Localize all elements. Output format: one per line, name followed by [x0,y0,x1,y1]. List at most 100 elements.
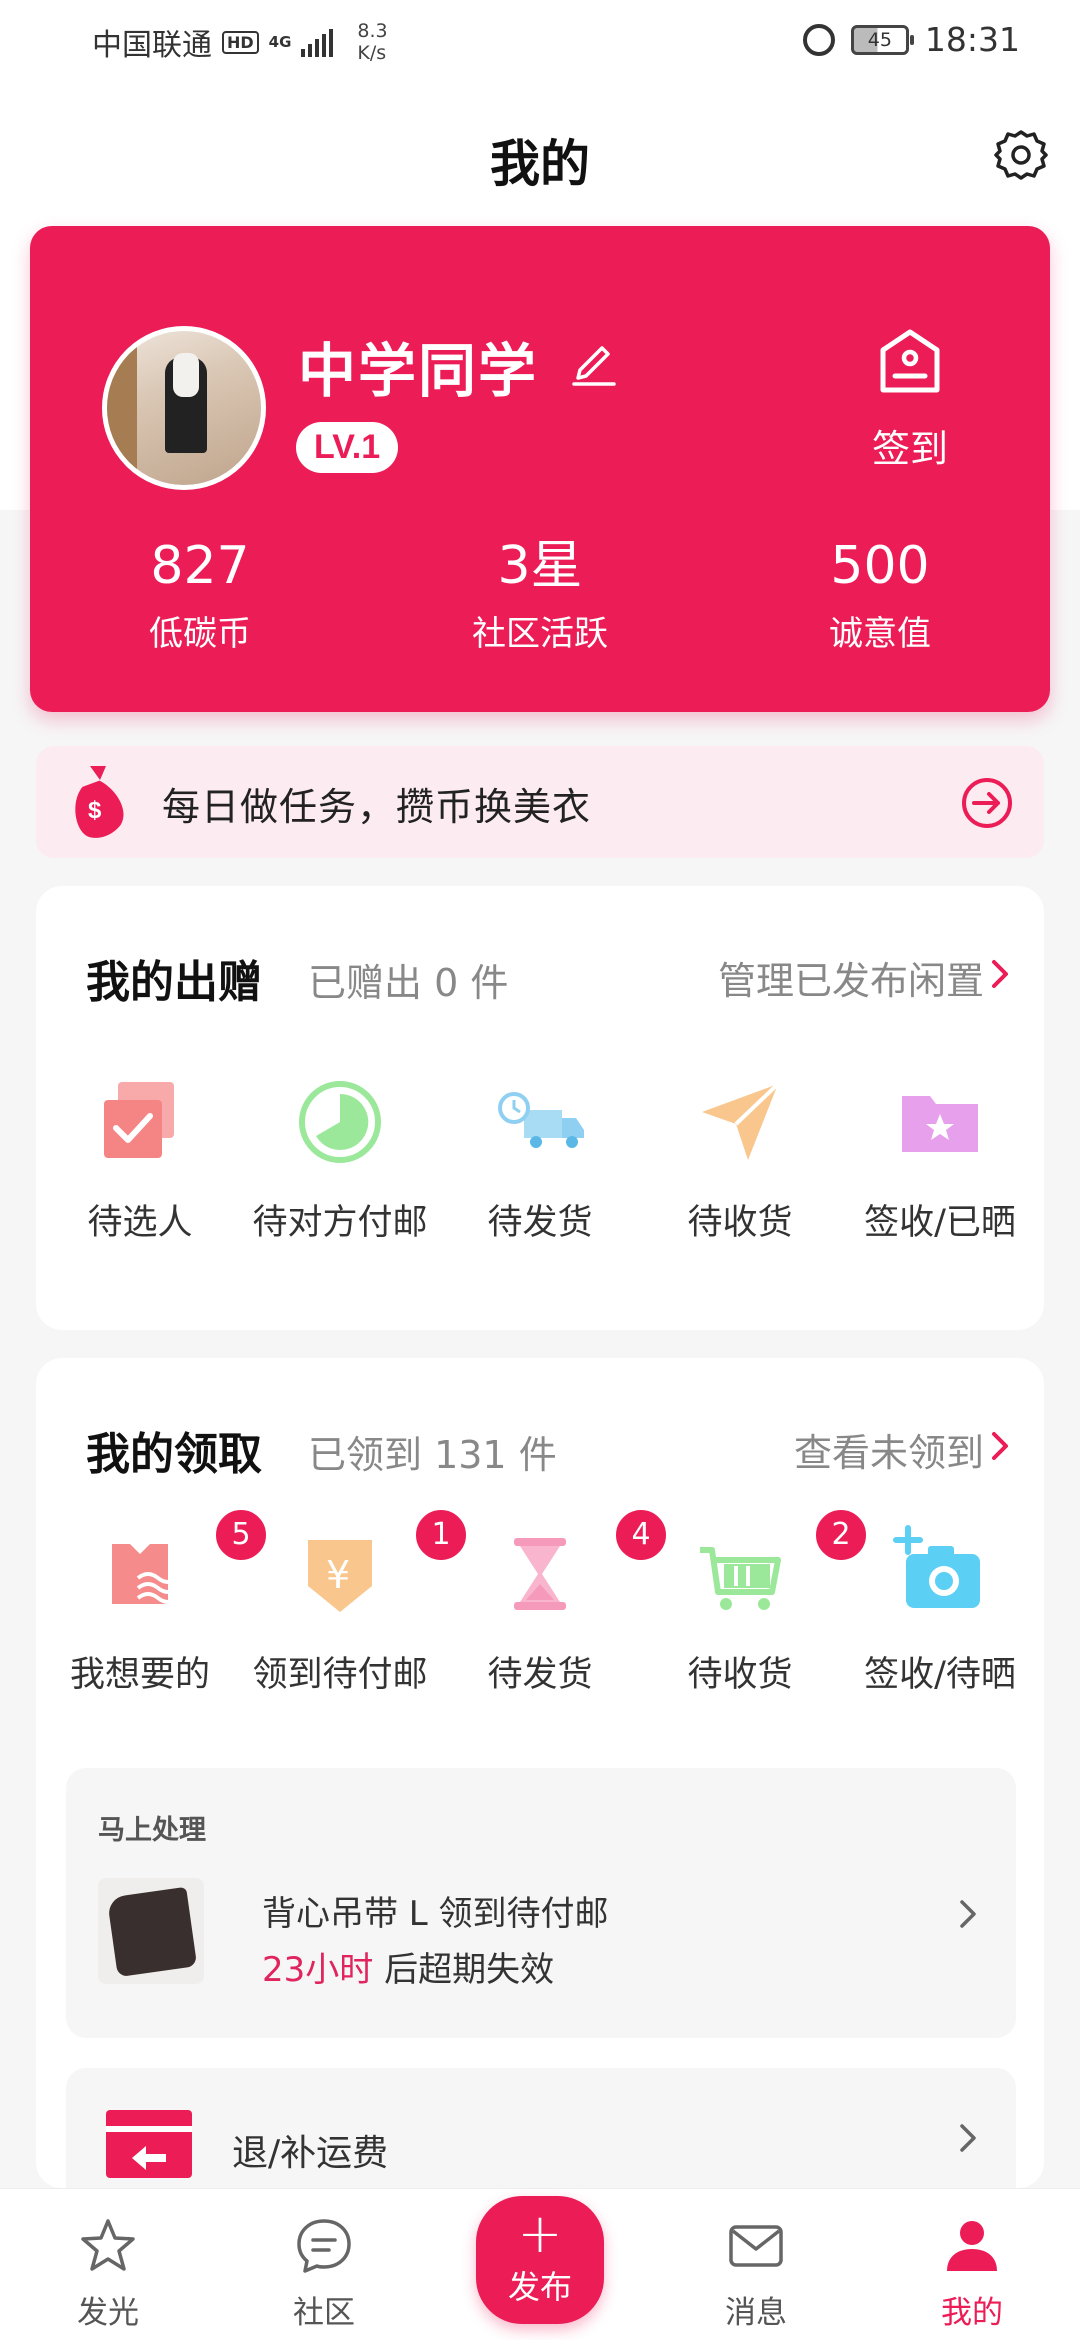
status-left: 中国联通 HD 4G 8.3 K/s [92,20,388,64]
give-item-pending-select[interactable]: 待选人 [40,1072,240,1245]
nav-label: 消息 [725,2295,787,2331]
stat-coins[interactable]: 827 低碳币 [30,536,370,655]
section-title: 我的出赠 [86,957,262,1008]
plus-icon: + [517,2202,563,2265]
star-icon [81,2219,135,2271]
my-receive-section: 我的领取 已领到 131 件 查看未领到 5 我想要的 ¥ 1 领到待付邮 4 … [36,1358,1044,2198]
speed-value: 8.3 [357,20,388,42]
item-label: 领到待付邮 [252,1655,428,1695]
clock: 18:31 [924,20,1020,59]
money-bag-icon: $ [75,766,124,838]
item-name: 背心吊带 L 领到待付邮 [262,1894,609,1934]
checkin-button[interactable]: 签到 [850,326,970,473]
stat-value: 827 [150,536,250,596]
refund-box-icon [106,2110,192,2178]
paper-plane-icon [702,1082,780,1160]
svg-text:¥: ¥ [326,1553,350,1597]
task-text: 每日做任务，攒币换美衣 [162,785,592,829]
chevron-right-icon [992,960,1008,988]
nav-label: 我的 [941,2295,1003,2331]
clock-circle-icon [299,1081,381,1163]
checkin-tag-icon [880,329,940,393]
item-label: 待收货 [687,1203,793,1243]
nav-label: 社区 [293,2295,355,2331]
section-title: 我的领取 [86,1429,262,1480]
profile-stats: 827 低碳币 3星 社区活跃 500 诚意值 [30,536,1050,655]
hourglass-icon [514,1538,566,1610]
receive-status-row: 5 我想要的 ¥ 1 领到待付邮 4 待发货 2 待收货 签收/待晒 [36,1506,1044,1697]
process-now-card[interactable]: 马上处理 背心吊带 L 领到待付邮 23小时 后超期失效 [66,1768,1016,2038]
network-type: 4G [268,32,292,51]
item-label: 签收/待晒 [864,1655,1016,1695]
daily-task-banner[interactable]: $ 每日做任务，攒币换美衣 [36,746,1044,858]
publish-label: 发布 [507,2268,572,2306]
star-folder-icon [902,1096,978,1152]
hd-icon: HD [222,30,259,54]
status-right: 45 18:31 [802,20,1020,59]
give-item-signed-shared[interactable]: 签收/已晒 [840,1072,1040,1245]
add-camera-icon [893,1525,980,1608]
item-label: 待选人 [87,1203,193,1243]
chevron-right-icon [960,2124,976,2152]
svg-text:$: $ [88,797,102,824]
manage-published-link[interactable]: 管理已发布闲置 [718,950,984,1005]
avatar[interactable] [102,326,266,490]
item-label: 待收货 [687,1655,793,1695]
receive-item-signed-pending-share[interactable]: 签收/待晒 [840,1524,1040,1697]
give-status-row: 待选人 待对方付邮 待发货 待收货 签收/已晒 [36,1072,1044,1245]
deadline-highlight: 23小时 [262,1950,374,1990]
item-deadline: 23小时 后超期失效 [262,1942,554,1991]
section-subtitle: 已领到 131 件 [308,1433,557,1477]
item-label: 签收/已晒 [864,1203,1016,1243]
mail-icon [729,2225,783,2267]
stat-value: 3星 [497,536,583,596]
section-subtitle: 已赠出 0 件 [308,961,509,1005]
chevron-right-icon [992,1432,1008,1460]
network-speed: 8.3 K/s [357,20,387,64]
item-label: 待对方付邮 [252,1203,428,1243]
give-item-pending-postage[interactable]: 待对方付邮 [240,1072,440,1245]
gear-icon[interactable] [994,128,1048,182]
refund-shipping-row[interactable]: 退/补运费 [66,2068,1016,2198]
stat-label: 社区活跃 [472,614,608,654]
shopping-cart-icon [700,1547,781,1610]
page-title: 我的 [490,135,590,193]
yen-shield-icon: ¥ [308,1540,372,1612]
deadline-rest: 后超期失效 [373,1950,555,1990]
stat-community[interactable]: 3星 社区活跃 [370,536,710,655]
view-not-received-link[interactable]: 查看未领到 [794,1422,984,1477]
stat-value: 500 [830,536,930,596]
nav-item-shine[interactable]: 发光 [38,2215,178,2332]
receive-item-pending-receive[interactable]: 2 待收货 [640,1506,870,1697]
item-label: 待发货 [487,1655,593,1695]
nav-item-mine[interactable]: 我的 [902,2215,1042,2332]
publish-button[interactable]: + 发布 [476,2196,604,2324]
receive-item-pending-ship[interactable]: 4 待发货 [440,1506,670,1697]
stat-label: 诚意值 [829,614,931,654]
my-give-section: 我的出赠 已赠出 0 件 管理已发布闲置 待选人 待对方付邮 待发货 待收货 签… [36,886,1044,1330]
checkin-label: 签到 [871,427,948,471]
user-icon [947,2221,997,2271]
status-bar: 中国联通 HD 4G 8.3 K/s 45 18:31 [0,0,1080,80]
carrier-name: 中国联通 [92,28,212,63]
receive-item-pending-postage[interactable]: ¥ 1 领到待付邮 [240,1506,470,1697]
arrow-right-circle-icon [962,778,1012,828]
stat-label: 低碳币 [149,614,251,654]
nav-item-community[interactable]: 社区 [254,2215,394,2332]
process-title: 马上处理 [98,1815,206,1846]
level-badge: LV.1 [296,422,399,473]
profile-card: 中学同学 LV.1 签到 827 低碳币 3星 社区活跃 500 诚意值 [30,226,1050,712]
stat-sincerity[interactable]: 500 诚意值 [710,536,1050,655]
give-item-pending-ship[interactable]: 待发货 [440,1072,640,1245]
pencil-edit-icon[interactable] [568,334,622,388]
item-label: 待发货 [487,1203,593,1243]
chevron-right-icon [960,1900,976,1928]
nickname: 中学同学 [298,337,539,405]
refund-label: 退/补运费 [232,2133,389,2174]
nav-label: 发光 [77,2295,139,2331]
receive-item-wishlist[interactable]: 5 我想要的 [40,1506,270,1697]
nav-item-messages[interactable]: 消息 [686,2215,826,2332]
signal-icon [301,27,334,57]
give-item-pending-receive[interactable]: 待收货 [640,1072,840,1245]
chat-bubble-icon [297,2219,351,2273]
